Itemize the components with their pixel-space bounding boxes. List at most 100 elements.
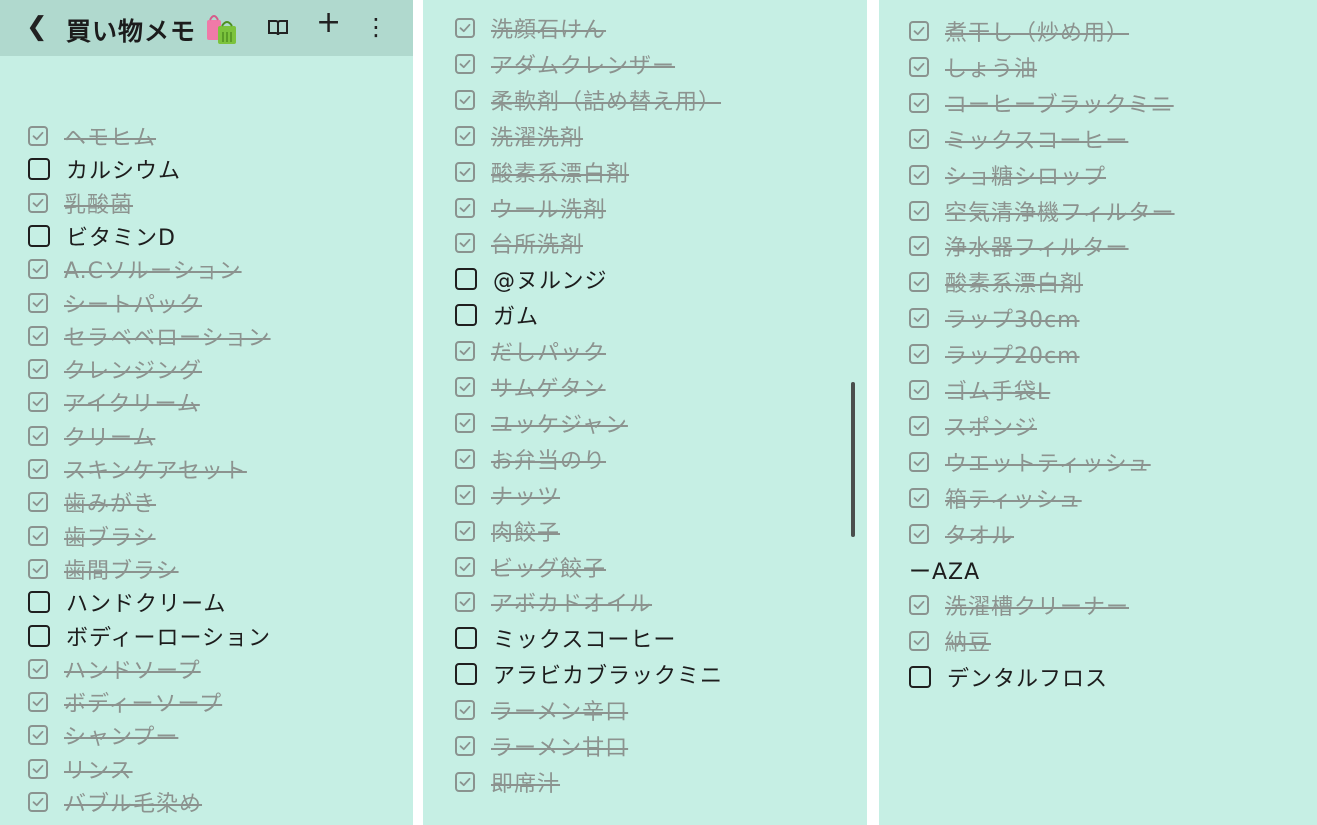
checked-checkbox[interactable] bbox=[455, 484, 475, 505]
checked-checkbox[interactable] bbox=[909, 56, 929, 77]
checklist-item[interactable]: ユッケジャン bbox=[455, 406, 628, 440]
unchecked-checkbox[interactable] bbox=[455, 663, 477, 686]
unchecked-checkbox[interactable] bbox=[455, 304, 477, 327]
checklist-item[interactable]: ショ糖シロップ bbox=[909, 158, 1106, 192]
checked-checkbox[interactable] bbox=[455, 520, 475, 541]
chevron-left-icon[interactable]: ❮ bbox=[26, 14, 48, 40]
checklist-item[interactable]: ヘモヒム bbox=[28, 119, 156, 153]
checklist-item[interactable]: 歯みがき bbox=[28, 485, 156, 519]
checklist-item[interactable]: 即席汁 bbox=[455, 765, 560, 799]
checklist-item[interactable]: タオル bbox=[909, 517, 1014, 551]
checked-checkbox[interactable] bbox=[28, 292, 48, 313]
checked-checkbox[interactable] bbox=[909, 272, 929, 293]
checked-checkbox[interactable] bbox=[455, 377, 475, 397]
checked-checkbox[interactable] bbox=[28, 792, 48, 812]
checklist-item[interactable]: しょう油 bbox=[909, 50, 1037, 84]
checklist-item[interactable]: 箱ティッシュ bbox=[909, 481, 1082, 515]
checklist-item[interactable]: シャンプー bbox=[28, 718, 178, 752]
checked-checkbox[interactable] bbox=[28, 725, 48, 746]
checked-checkbox[interactable] bbox=[455, 412, 475, 433]
checklist-item[interactable]: ラップ30cm bbox=[909, 301, 1080, 335]
checked-checkbox[interactable] bbox=[909, 487, 929, 508]
checked-checkbox[interactable] bbox=[909, 415, 929, 436]
checked-checkbox[interactable] bbox=[28, 359, 48, 380]
checklist-item[interactable]: クリーム bbox=[28, 419, 155, 453]
unchecked-checkbox[interactable] bbox=[455, 627, 477, 650]
checked-checkbox[interactable] bbox=[909, 344, 929, 365]
checklist-item[interactable]: デンタルフロス bbox=[909, 660, 1108, 694]
checked-checkbox[interactable] bbox=[28, 425, 48, 446]
checked-checkbox[interactable] bbox=[455, 592, 475, 613]
checklist-item[interactable]: ビッグ餃子 bbox=[455, 550, 606, 584]
checked-checkbox[interactable] bbox=[455, 341, 475, 362]
checked-checkbox[interactable] bbox=[28, 126, 48, 146]
checked-checkbox[interactable] bbox=[28, 192, 48, 213]
checked-checkbox[interactable] bbox=[909, 523, 929, 544]
checked-checkbox[interactable] bbox=[909, 164, 929, 185]
checked-checkbox[interactable] bbox=[28, 392, 48, 413]
checklist-item[interactable]: 酸素系漂白剤 bbox=[455, 155, 629, 189]
checklist-item[interactable]: @ヌルンジ bbox=[455, 262, 608, 296]
checked-checkbox[interactable] bbox=[909, 200, 929, 221]
checked-checkbox[interactable] bbox=[909, 92, 929, 113]
checklist-item[interactable]: ナッツ bbox=[455, 478, 560, 512]
checklist-item[interactable]: ジェル毛染め bbox=[28, 818, 202, 825]
checklist-item[interactable]: 歯ブラシ bbox=[28, 519, 156, 553]
checklist-item[interactable]: お弁当のり bbox=[455, 442, 606, 476]
checklist-item[interactable]: ラップ20cm bbox=[909, 337, 1080, 371]
unchecked-checkbox[interactable] bbox=[28, 158, 50, 181]
plus-icon[interactable]: + bbox=[316, 8, 341, 38]
checklist-item[interactable]: 乳酸菌 bbox=[28, 186, 133, 220]
unchecked-checkbox[interactable] bbox=[455, 268, 477, 291]
checklist-item[interactable]: ハンドクリーム bbox=[28, 585, 226, 619]
checklist-item[interactable]: アラビカブラックミニ bbox=[455, 657, 723, 691]
checklist-item[interactable]: ゴム手袋L bbox=[909, 373, 1050, 407]
more-vertical-icon[interactable]: ⋮ bbox=[364, 12, 388, 42]
checked-checkbox[interactable] bbox=[28, 658, 48, 679]
checklist-item[interactable]: ウエットティッシュ bbox=[909, 445, 1151, 479]
checklist-item[interactable]: ボディーソープ bbox=[28, 685, 222, 719]
checked-checkbox[interactable] bbox=[28, 758, 48, 779]
checklist-item[interactable]: スキンケアセット bbox=[28, 452, 247, 486]
checklist-item[interactable]: だしパック bbox=[455, 334, 606, 368]
checked-checkbox[interactable] bbox=[909, 595, 929, 616]
checklist-item[interactable]: セラベベローション bbox=[28, 319, 271, 353]
checklist-item[interactable]: アボカドオイル bbox=[455, 585, 652, 619]
checklist-item[interactable]: 洗濯槽クリーナー bbox=[909, 588, 1129, 622]
checklist-item[interactable]: ミックスコーヒー bbox=[455, 621, 676, 655]
checklist-item[interactable]: アダムクレンザー bbox=[455, 47, 675, 81]
checked-checkbox[interactable] bbox=[28, 325, 48, 346]
checked-checkbox[interactable] bbox=[455, 161, 475, 182]
checked-checkbox[interactable] bbox=[455, 197, 475, 218]
checklist-item[interactable]: ラーメン辛口 bbox=[455, 693, 628, 727]
checked-checkbox[interactable] bbox=[909, 308, 929, 329]
checked-checkbox[interactable] bbox=[28, 525, 48, 546]
checklist-item[interactable]: 歯間ブラシ bbox=[28, 552, 179, 586]
checklist-item[interactable]: 酸素系漂白剤 bbox=[909, 265, 1083, 299]
unchecked-checkbox[interactable] bbox=[28, 624, 50, 647]
book-icon[interactable] bbox=[266, 16, 290, 40]
checked-checkbox[interactable] bbox=[455, 18, 475, 38]
checklist-item[interactable]: ハンドソープ bbox=[28, 652, 201, 686]
checklist-item[interactable]: カルシウム bbox=[28, 152, 181, 186]
checklist-item[interactable]: 台所洗剤 bbox=[455, 226, 583, 260]
checked-checkbox[interactable] bbox=[455, 233, 475, 254]
checked-checkbox[interactable] bbox=[455, 89, 475, 110]
checklist-item[interactable]: 空気清浄機フィルター bbox=[909, 194, 1175, 228]
checked-checkbox[interactable] bbox=[909, 631, 929, 652]
checked-checkbox[interactable] bbox=[28, 492, 48, 513]
checklist-item[interactable]: 浄水器フィルター bbox=[909, 229, 1129, 263]
checklist-item[interactable]: 肉餃子 bbox=[455, 514, 560, 548]
checked-checkbox[interactable] bbox=[455, 771, 475, 792]
checked-checkbox[interactable] bbox=[28, 692, 48, 713]
checked-checkbox[interactable] bbox=[909, 21, 929, 41]
checked-checkbox[interactable] bbox=[455, 556, 475, 577]
checklist-item[interactable]: ラーメン甘口 bbox=[455, 729, 628, 763]
checklist-item[interactable]: アイクリーム bbox=[28, 385, 200, 419]
checklist-item[interactable]: ガム bbox=[455, 298, 539, 332]
checklist-item[interactable]: バブル毛染め bbox=[28, 785, 202, 819]
checklist-item[interactable]: ボディーローション bbox=[28, 619, 271, 653]
checked-checkbox[interactable] bbox=[455, 53, 475, 74]
checked-checkbox[interactable] bbox=[28, 259, 48, 280]
unchecked-checkbox[interactable] bbox=[909, 666, 931, 689]
